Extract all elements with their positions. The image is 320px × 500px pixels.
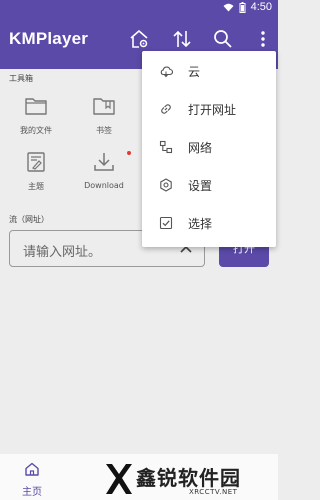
- watermark-text: 鑫锐软件园: [136, 466, 241, 490]
- menu-item-label: 选择: [188, 217, 213, 231]
- cloud-icon: [160, 66, 173, 78]
- bookmark-folder-icon: [93, 98, 115, 115]
- tool-label: 书签: [96, 126, 112, 135]
- menu-item-label: 网络: [188, 141, 213, 155]
- status-bar: 4:50: [0, 0, 278, 16]
- theme-icon: [27, 152, 45, 172]
- nav-home-label: 主页: [22, 487, 42, 498]
- tool-bookmarks[interactable]: 书签: [74, 94, 134, 136]
- watermark-subtext: XRCCTV.NET: [189, 488, 238, 496]
- tool-label: 主题: [28, 182, 44, 191]
- menu-item-label: 打开网址: [188, 103, 237, 117]
- watermark-logo-icon: [106, 464, 132, 494]
- link-icon: [161, 104, 171, 114]
- menu-item-network[interactable]: 网络: [142, 128, 276, 166]
- menu-item-cloud[interactable]: 云: [142, 52, 276, 90]
- checkbox-icon: [159, 216, 173, 230]
- home-settings-icon[interactable]: [128, 28, 150, 50]
- sort-icon[interactable]: [171, 28, 193, 50]
- tool-label: 我的文件: [20, 126, 52, 135]
- download-icon: [94, 153, 114, 171]
- nav-home[interactable]: 主页: [17, 461, 47, 498]
- watermark: 鑫锐软件园 XRCCTV.NET: [101, 460, 278, 500]
- more-vert-icon[interactable]: [252, 28, 274, 50]
- notification-dot: [127, 151, 131, 155]
- tool-theme[interactable]: 主题: [6, 150, 66, 192]
- menu-item-open-url[interactable]: 打开网址: [142, 90, 276, 128]
- home-icon: [25, 462, 39, 476]
- stream-title: 流（网址）: [9, 215, 49, 224]
- settings-gear-icon: [160, 178, 172, 192]
- toolbox-title: 工具箱: [9, 74, 33, 83]
- folder-icon: [25, 98, 47, 115]
- tool-download[interactable]: Download: [74, 150, 134, 190]
- menu-item-label: 云: [188, 65, 201, 79]
- menu-item-settings[interactable]: 设置: [142, 166, 276, 204]
- tool-label: Download: [84, 181, 124, 190]
- overflow-menu: 云 打开网址 网络 设置 选择: [142, 51, 276, 247]
- network-icon: [159, 140, 173, 154]
- status-time: 4:50: [250, 1, 272, 13]
- battery-icon: [239, 1, 246, 13]
- url-placeholder: 请输入网址。: [23, 245, 102, 260]
- wifi-icon: [223, 3, 234, 11]
- search-icon[interactable]: [212, 28, 234, 50]
- tool-my-files[interactable]: 我的文件: [6, 94, 66, 136]
- menu-item-label: 设置: [188, 179, 213, 193]
- menu-item-select[interactable]: 选择: [142, 204, 276, 242]
- app-title: KMPlayer: [9, 29, 89, 48]
